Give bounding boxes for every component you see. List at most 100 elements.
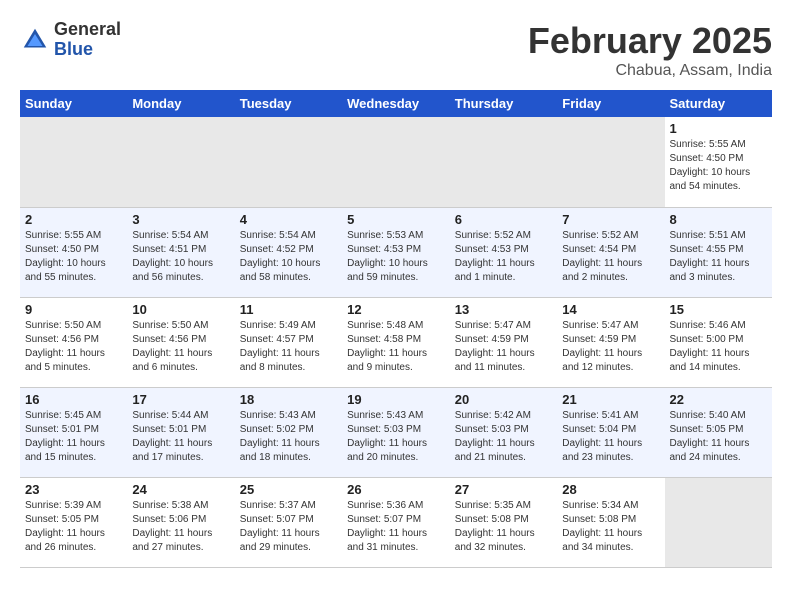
day-info: Sunrise: 5:50 AM Sunset: 4:56 PM Dayligh… <box>132 319 229 375</box>
day-number: 3 <box>132 212 229 227</box>
logo-text: General Blue <box>54 20 121 60</box>
week-row-4: 16Sunrise: 5:45 AM Sunset: 5:01 PM Dayli… <box>20 387 772 477</box>
day-info: Sunrise: 5:54 AM Sunset: 4:51 PM Dayligh… <box>132 229 229 285</box>
day-cell <box>557 117 664 207</box>
day-cell: 5 Sunrise: 5:53 AM Sunset: 4:53 PM Daylig… <box>342 207 450 297</box>
day-cell: 7Sunrise: 5:52 AM Sunset: 4:54 PM Daylig… <box>557 207 664 297</box>
day-info: Sunrise: 5:49 AM Sunset: 4:57 PM Dayligh… <box>240 319 337 375</box>
day-cell: 18Sunrise: 5:43 AM Sunset: 5:02 PM Dayli… <box>235 387 342 477</box>
day-cell: 28 Sunrise: 5:34 AM Sunset: 5:08 PM Dayli… <box>557 477 664 567</box>
day-cell: 1 Sunrise: 5:55 AM Sunset: 4:50 PM Daylig… <box>665 117 773 207</box>
logo: General Blue <box>20 20 121 60</box>
day-info: Sunrise: 5:52 AM Sunset: 4:53 PM Dayligh… <box>455 229 552 285</box>
day-number: 25 <box>240 482 337 497</box>
day-cell: 27 Sunrise: 5:35 AM Sunset: 5:08 PM Dayli… <box>450 477 557 567</box>
day-number: 11 <box>240 302 337 317</box>
day-info: Sunrise: 5:43 AM Sunset: 5:03 PM Dayligh… <box>347 409 445 465</box>
day-number: 7 <box>562 212 659 227</box>
day-cell: 23 Sunrise: 5:39 AM Sunset: 5:05 PM Dayli… <box>20 477 127 567</box>
day-number: 9 <box>25 302 122 317</box>
page-header: General Blue February 2025 Chabua, Assam… <box>20 20 772 80</box>
day-number: 12 <box>347 302 445 317</box>
week-row-2: 2 Sunrise: 5:55 AM Sunset: 4:50 PM Daylig… <box>20 207 772 297</box>
day-number: 2 <box>25 212 122 227</box>
day-info: Sunrise: 5:34 AM Sunset: 5:08 PM Dayligh… <box>562 499 659 555</box>
day-info: Sunrise: 5:43 AM Sunset: 5:02 PM Dayligh… <box>240 409 337 465</box>
day-cell <box>20 117 127 207</box>
day-cell <box>450 117 557 207</box>
day-cell: 17 Sunrise: 5:44 AM Sunset: 5:01 PM Dayli… <box>127 387 234 477</box>
day-number: 24 <box>132 482 229 497</box>
logo-blue-text: Blue <box>54 40 121 60</box>
weekday-header-wednesday: Wednesday <box>342 90 450 117</box>
day-number: 20 <box>455 392 552 407</box>
day-number: 23 <box>25 482 122 497</box>
day-cell: 8 Sunrise: 5:51 AM Sunset: 4:55 PM Daylig… <box>665 207 773 297</box>
day-cell: 20 Sunrise: 5:42 AM Sunset: 5:03 PM Dayli… <box>450 387 557 477</box>
day-cell: 22 Sunrise: 5:40 AM Sunset: 5:05 PM Dayli… <box>665 387 773 477</box>
location: Chabua, Assam, India <box>528 62 772 80</box>
title-block: February 2025 Chabua, Assam, India <box>528 20 772 80</box>
month-title: February 2025 <box>528 20 772 62</box>
day-info: Sunrise: 5:40 AM Sunset: 5:05 PM Dayligh… <box>670 409 768 465</box>
day-number: 4 <box>240 212 337 227</box>
day-cell <box>235 117 342 207</box>
day-number: 1 <box>670 121 768 136</box>
day-cell: 21 Sunrise: 5:41 AM Sunset: 5:04 PM Dayli… <box>557 387 664 477</box>
day-number: 28 <box>562 482 659 497</box>
day-info: Sunrise: 5:51 AM Sunset: 4:55 PM Dayligh… <box>670 229 768 285</box>
day-cell: 12 Sunrise: 5:48 AM Sunset: 4:58 PM Dayli… <box>342 297 450 387</box>
day-cell: 3 Sunrise: 5:54 AM Sunset: 4:51 PM Daylig… <box>127 207 234 297</box>
day-cell: 9 Sunrise: 5:50 AM Sunset: 4:56 PM Daylig… <box>20 297 127 387</box>
day-cell: 25 Sunrise: 5:37 AM Sunset: 5:07 PM Dayli… <box>235 477 342 567</box>
day-info: Sunrise: 5:36 AM Sunset: 5:07 PM Dayligh… <box>347 499 445 555</box>
day-number: 22 <box>670 392 768 407</box>
day-number: 5 <box>347 212 445 227</box>
day-number: 21 <box>562 392 659 407</box>
day-cell: 4 Sunrise: 5:54 AM Sunset: 4:52 PM Daylig… <box>235 207 342 297</box>
logo-general-text: General <box>54 20 121 40</box>
day-info: Sunrise: 5:42 AM Sunset: 5:03 PM Dayligh… <box>455 409 552 465</box>
logo-icon <box>20 25 50 55</box>
day-cell <box>127 117 234 207</box>
day-cell: 2 Sunrise: 5:55 AM Sunset: 4:50 PM Daylig… <box>20 207 127 297</box>
day-cell: 10Sunrise: 5:50 AM Sunset: 4:56 PM Dayli… <box>127 297 234 387</box>
weekday-header-sunday: Sunday <box>20 90 127 117</box>
weekday-header-thursday: Thursday <box>450 90 557 117</box>
day-info: Sunrise: 5:46 AM Sunset: 5:00 PM Dayligh… <box>670 319 768 375</box>
day-cell: 19 Sunrise: 5:43 AM Sunset: 5:03 PM Dayli… <box>342 387 450 477</box>
day-number: 27 <box>455 482 552 497</box>
day-cell: 14 Sunrise: 5:47 AM Sunset: 4:59 PM Dayli… <box>557 297 664 387</box>
day-number: 6 <box>455 212 552 227</box>
day-number: 14 <box>562 302 659 317</box>
day-cell: 6 Sunrise: 5:52 AM Sunset: 4:53 PM Daylig… <box>450 207 557 297</box>
day-number: 17 <box>132 392 229 407</box>
day-info: Sunrise: 5:54 AM Sunset: 4:52 PM Dayligh… <box>240 229 337 285</box>
day-info: Sunrise: 5:35 AM Sunset: 5:08 PM Dayligh… <box>455 499 552 555</box>
calendar-table: SundayMondayTuesdayWednesdayThursdayFrid… <box>20 90 772 568</box>
day-info: Sunrise: 5:44 AM Sunset: 5:01 PM Dayligh… <box>132 409 229 465</box>
day-cell: 26 Sunrise: 5:36 AM Sunset: 5:07 PM Dayli… <box>342 477 450 567</box>
day-cell: 16Sunrise: 5:45 AM Sunset: 5:01 PM Dayli… <box>20 387 127 477</box>
day-info: Sunrise: 5:53 AM Sunset: 4:53 PM Dayligh… <box>347 229 445 285</box>
day-cell: 11 Sunrise: 5:49 AM Sunset: 4:57 PM Dayli… <box>235 297 342 387</box>
day-cell: 15Sunrise: 5:46 AM Sunset: 5:00 PM Dayli… <box>665 297 773 387</box>
day-info: Sunrise: 5:48 AM Sunset: 4:58 PM Dayligh… <box>347 319 445 375</box>
week-row-1: 1 Sunrise: 5:55 AM Sunset: 4:50 PM Daylig… <box>20 117 772 207</box>
weekday-header-monday: Monday <box>127 90 234 117</box>
day-number: 19 <box>347 392 445 407</box>
day-number: 26 <box>347 482 445 497</box>
day-info: Sunrise: 5:47 AM Sunset: 4:59 PM Dayligh… <box>562 319 659 375</box>
day-info: Sunrise: 5:39 AM Sunset: 5:05 PM Dayligh… <box>25 499 122 555</box>
day-info: Sunrise: 5:37 AM Sunset: 5:07 PM Dayligh… <box>240 499 337 555</box>
day-number: 8 <box>670 212 768 227</box>
day-info: Sunrise: 5:55 AM Sunset: 4:50 PM Dayligh… <box>25 229 122 285</box>
day-number: 13 <box>455 302 552 317</box>
weekday-header-tuesday: Tuesday <box>235 90 342 117</box>
day-cell <box>342 117 450 207</box>
day-info: Sunrise: 5:55 AM Sunset: 4:50 PM Dayligh… <box>670 138 768 194</box>
weekday-header-row: SundayMondayTuesdayWednesdayThursdayFrid… <box>20 90 772 117</box>
day-info: Sunrise: 5:50 AM Sunset: 4:56 PM Dayligh… <box>25 319 122 375</box>
week-row-3: 9 Sunrise: 5:50 AM Sunset: 4:56 PM Daylig… <box>20 297 772 387</box>
day-info: Sunrise: 5:41 AM Sunset: 5:04 PM Dayligh… <box>562 409 659 465</box>
